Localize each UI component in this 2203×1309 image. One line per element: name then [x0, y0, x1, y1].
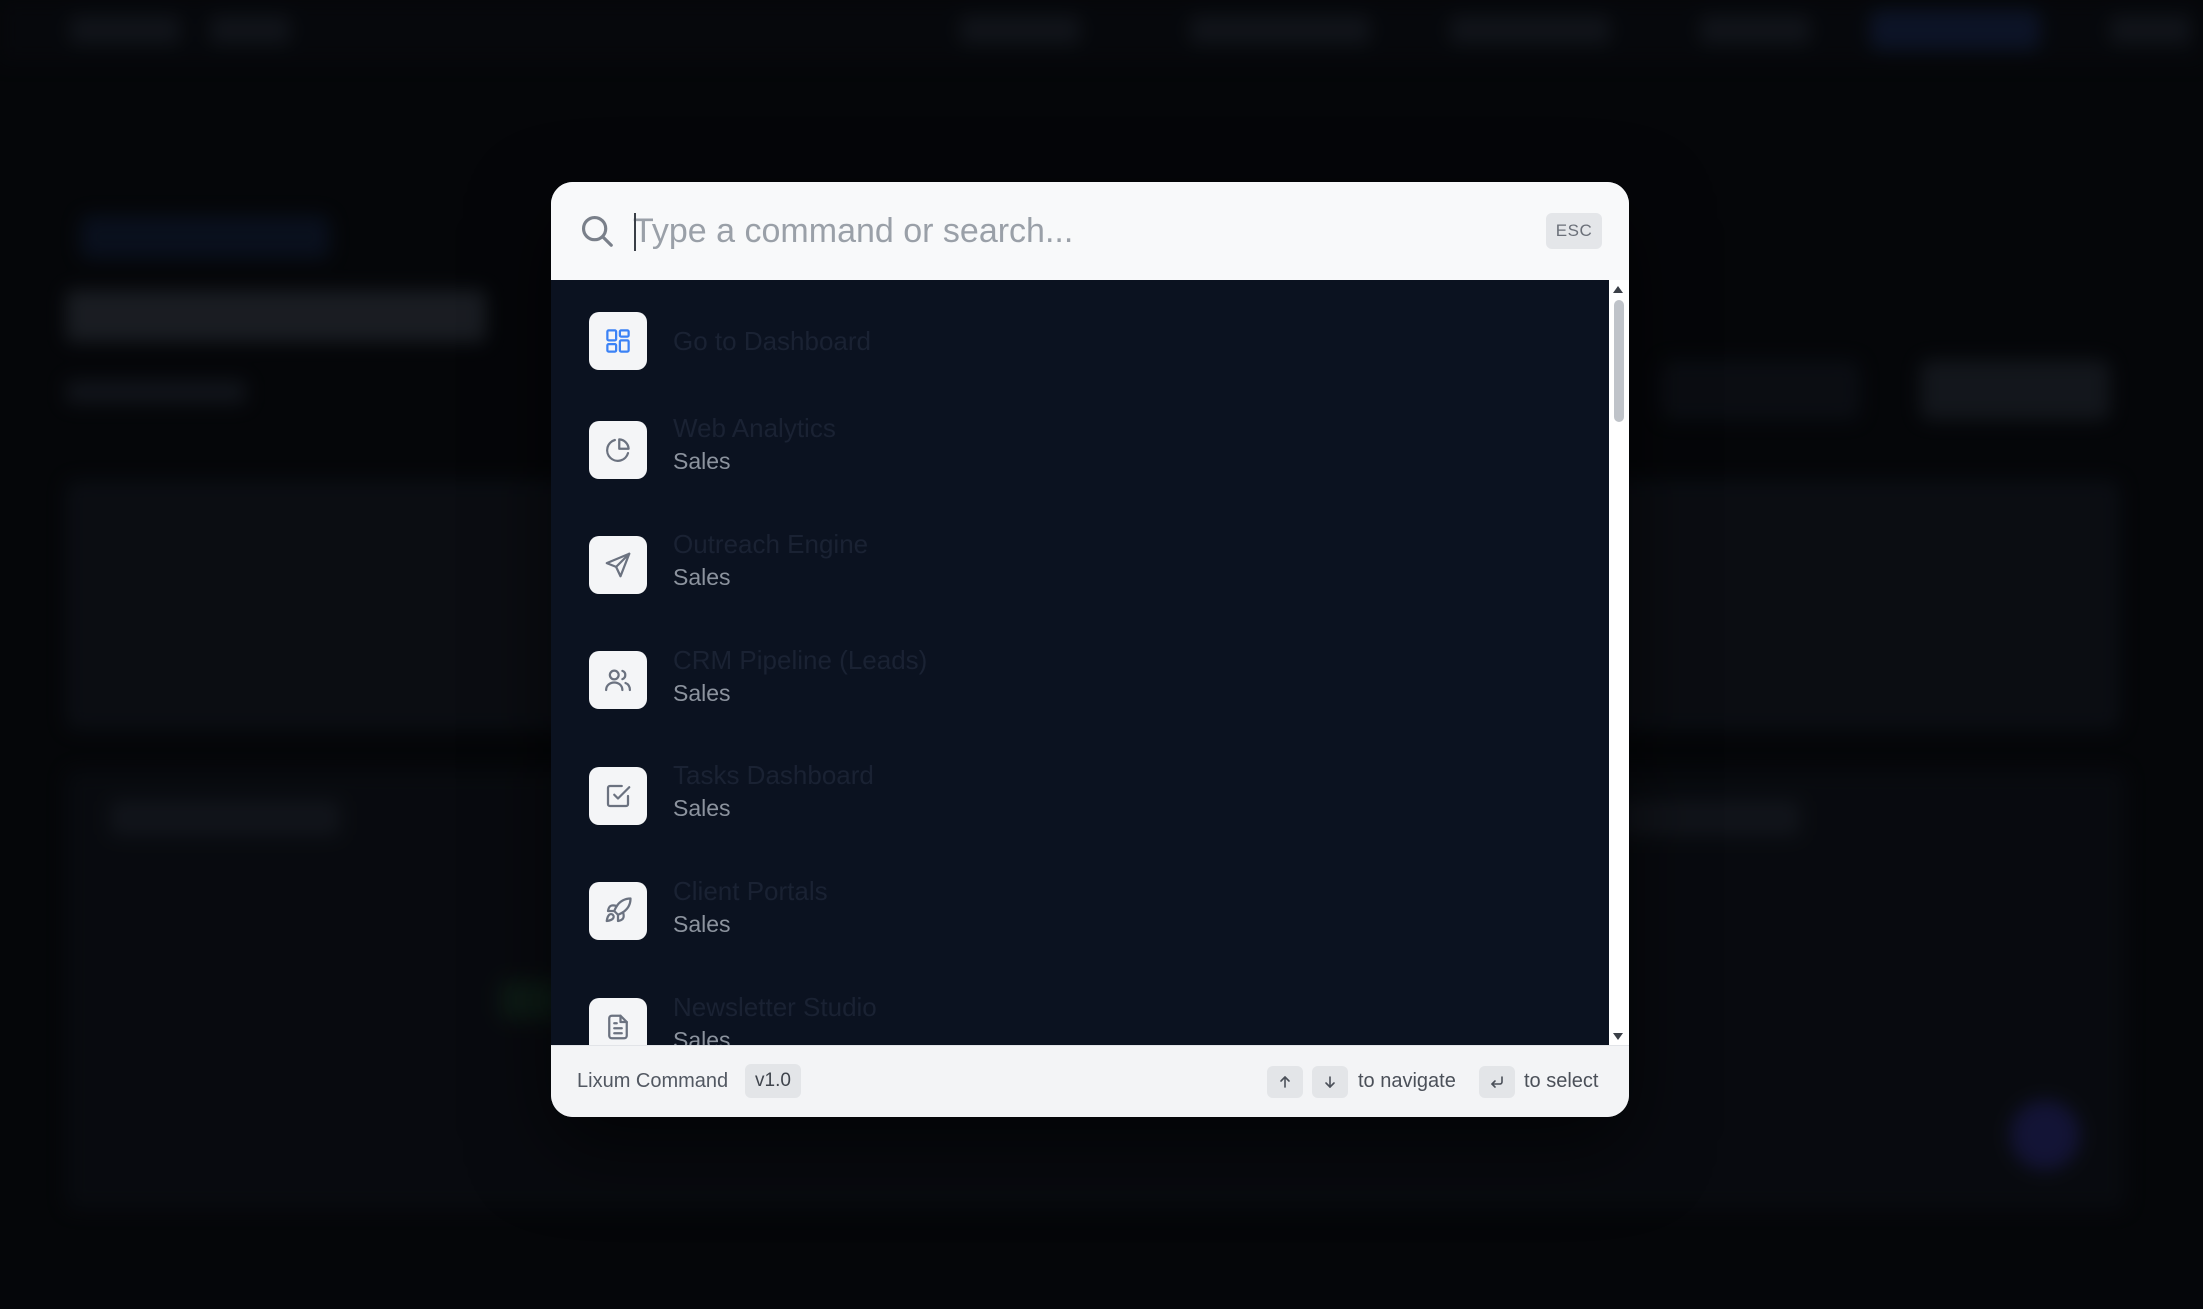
result-subtitle: Sales [673, 680, 731, 706]
arrow-up-key-icon [1267, 1066, 1303, 1098]
command-search-input[interactable] [633, 204, 1493, 258]
scroll-up-arrow-icon[interactable] [1613, 286, 1623, 293]
result-item-tasks-dashboard[interactable]: Tasks Dashboard Sales [551, 727, 1601, 827]
result-subtitle: Sales [673, 448, 731, 474]
esc-key-button[interactable]: ESC [1546, 213, 1602, 249]
result-item-outreach-engine[interactable]: Outreach Engine Sales [551, 496, 1601, 596]
result-subtitle: Sales [673, 911, 731, 937]
result-title: Outreach Engine [673, 529, 869, 559]
result-title: CRM Pipeline (Leads) [673, 645, 928, 675]
checkbox-icon [589, 767, 647, 825]
result-item-dashboard[interactable]: Go to Dashboard [551, 280, 1601, 380]
result-subtitle: Sales [673, 1027, 731, 1045]
result-title: Client Portals [673, 876, 828, 906]
version-badge: v1.0 [745, 1064, 801, 1098]
select-hint: to select [1524, 1070, 1599, 1092]
navigate-hint: to navigate [1358, 1070, 1456, 1092]
result-title: Go to Dashboard [673, 326, 872, 356]
result-title: Newsletter Studio [673, 992, 877, 1022]
search-icon [578, 212, 616, 250]
result-item-client-portals[interactable]: Client Portals Sales [551, 843, 1601, 943]
result-item-crm-pipeline[interactable]: CRM Pipeline (Leads) Sales [551, 612, 1601, 712]
dashboard-grid-icon [589, 312, 647, 370]
result-title: Web Analytics [673, 413, 836, 443]
result-subtitle: Sales [673, 564, 731, 590]
send-icon [589, 536, 647, 594]
text-caret [634, 213, 636, 251]
result-item-web-analytics[interactable]: Web Analytics Sales [551, 380, 1601, 480]
result-item-newsletter-studio[interactable]: Newsletter Studio Sales [551, 959, 1601, 1045]
footer-brand: Lixum Command [577, 1070, 729, 1092]
command-palette: ESC Go to Dashboard Web [551, 182, 1629, 1117]
file-text-icon [589, 998, 647, 1045]
rocket-icon [589, 882, 647, 940]
search-bar: ESC [551, 182, 1629, 280]
users-icon [589, 651, 647, 709]
pie-chart-icon [589, 421, 647, 479]
result-title: Tasks Dashboard [673, 760, 874, 790]
scroll-down-arrow-icon[interactable] [1613, 1033, 1623, 1040]
scrollbar-thumb[interactable] [1614, 300, 1624, 422]
result-subtitle: Sales [673, 795, 731, 821]
palette-footer: Lixum Command v1.0 to navigate to select [551, 1045, 1629, 1117]
arrow-down-key-icon [1312, 1066, 1348, 1098]
results-list: Go to Dashboard Web Analytics Sales Outr… [551, 280, 1629, 1045]
enter-key-icon [1479, 1066, 1515, 1098]
